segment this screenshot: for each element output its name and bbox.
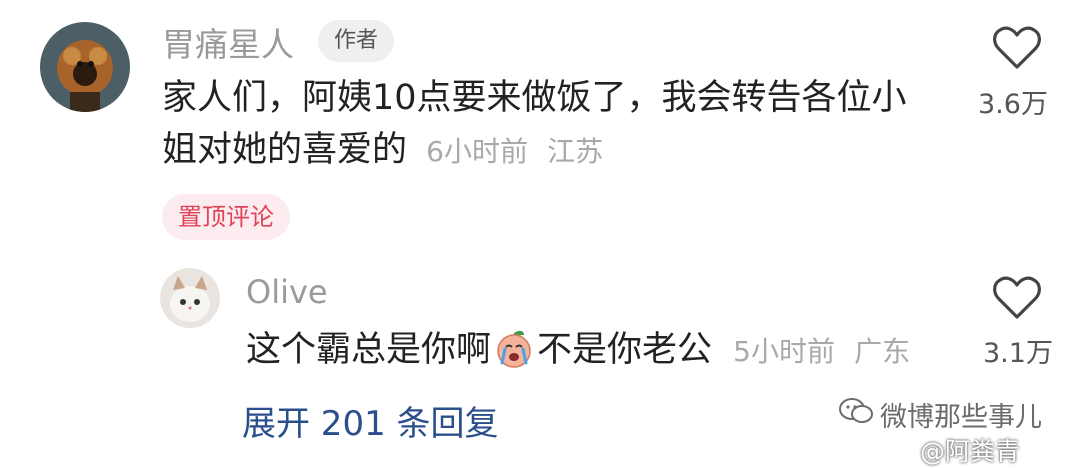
reply-avatar[interactable]: [160, 268, 220, 328]
crying-peach-emoji-icon: [493, 327, 535, 369]
heart-icon[interactable]: [993, 26, 1041, 70]
comment-username[interactable]: 胃痛星人: [162, 18, 294, 66]
comment-text-line1: 家人们，阿姨10点要来做饭了，我会转告各位小: [162, 78, 907, 118]
comment-time: 6小时前: [426, 135, 528, 168]
comment-text: 家人们，阿姨10点要来做饭了，我会转告各位小 姐对她的喜爱的 6小时前 江苏: [162, 72, 907, 178]
reply-like-count: 3.1万: [983, 338, 1053, 369]
comment-text-line2-body: 姐对她的喜爱的: [162, 130, 408, 170]
watermark-handle: @阿粪青: [920, 437, 1021, 466]
author-badge: 作者: [318, 20, 395, 62]
pinned-comment-badge: 置顶评论: [162, 194, 290, 240]
reply-location: 广东: [854, 335, 911, 368]
reply-text-before: 这个霸总是你啊: [246, 330, 492, 370]
reply-username[interactable]: Olive: [246, 273, 328, 311]
reply-heart-icon[interactable]: [993, 276, 1041, 320]
expand-replies-link[interactable]: 展开 201 条回复: [242, 396, 499, 445]
reply-text-after: 不是你老公: [537, 330, 713, 370]
comment-location: 江苏: [547, 135, 604, 168]
comment-text-line2: 姐对她的喜爱的 6小时前 江苏: [162, 124, 907, 178]
comment-like-count: 3.6万: [978, 89, 1048, 120]
reply-time: 5小时前: [733, 335, 835, 368]
watermark-line1: 微博那些事儿: [880, 402, 1042, 433]
watermark-weibo: 微博那些事儿: [838, 395, 1042, 434]
avatar[interactable]: [40, 22, 130, 112]
reply-text: 这个霸总是你啊 不是你老公 5小时前 广东: [246, 324, 910, 378]
wechat-icon: [838, 396, 874, 433]
